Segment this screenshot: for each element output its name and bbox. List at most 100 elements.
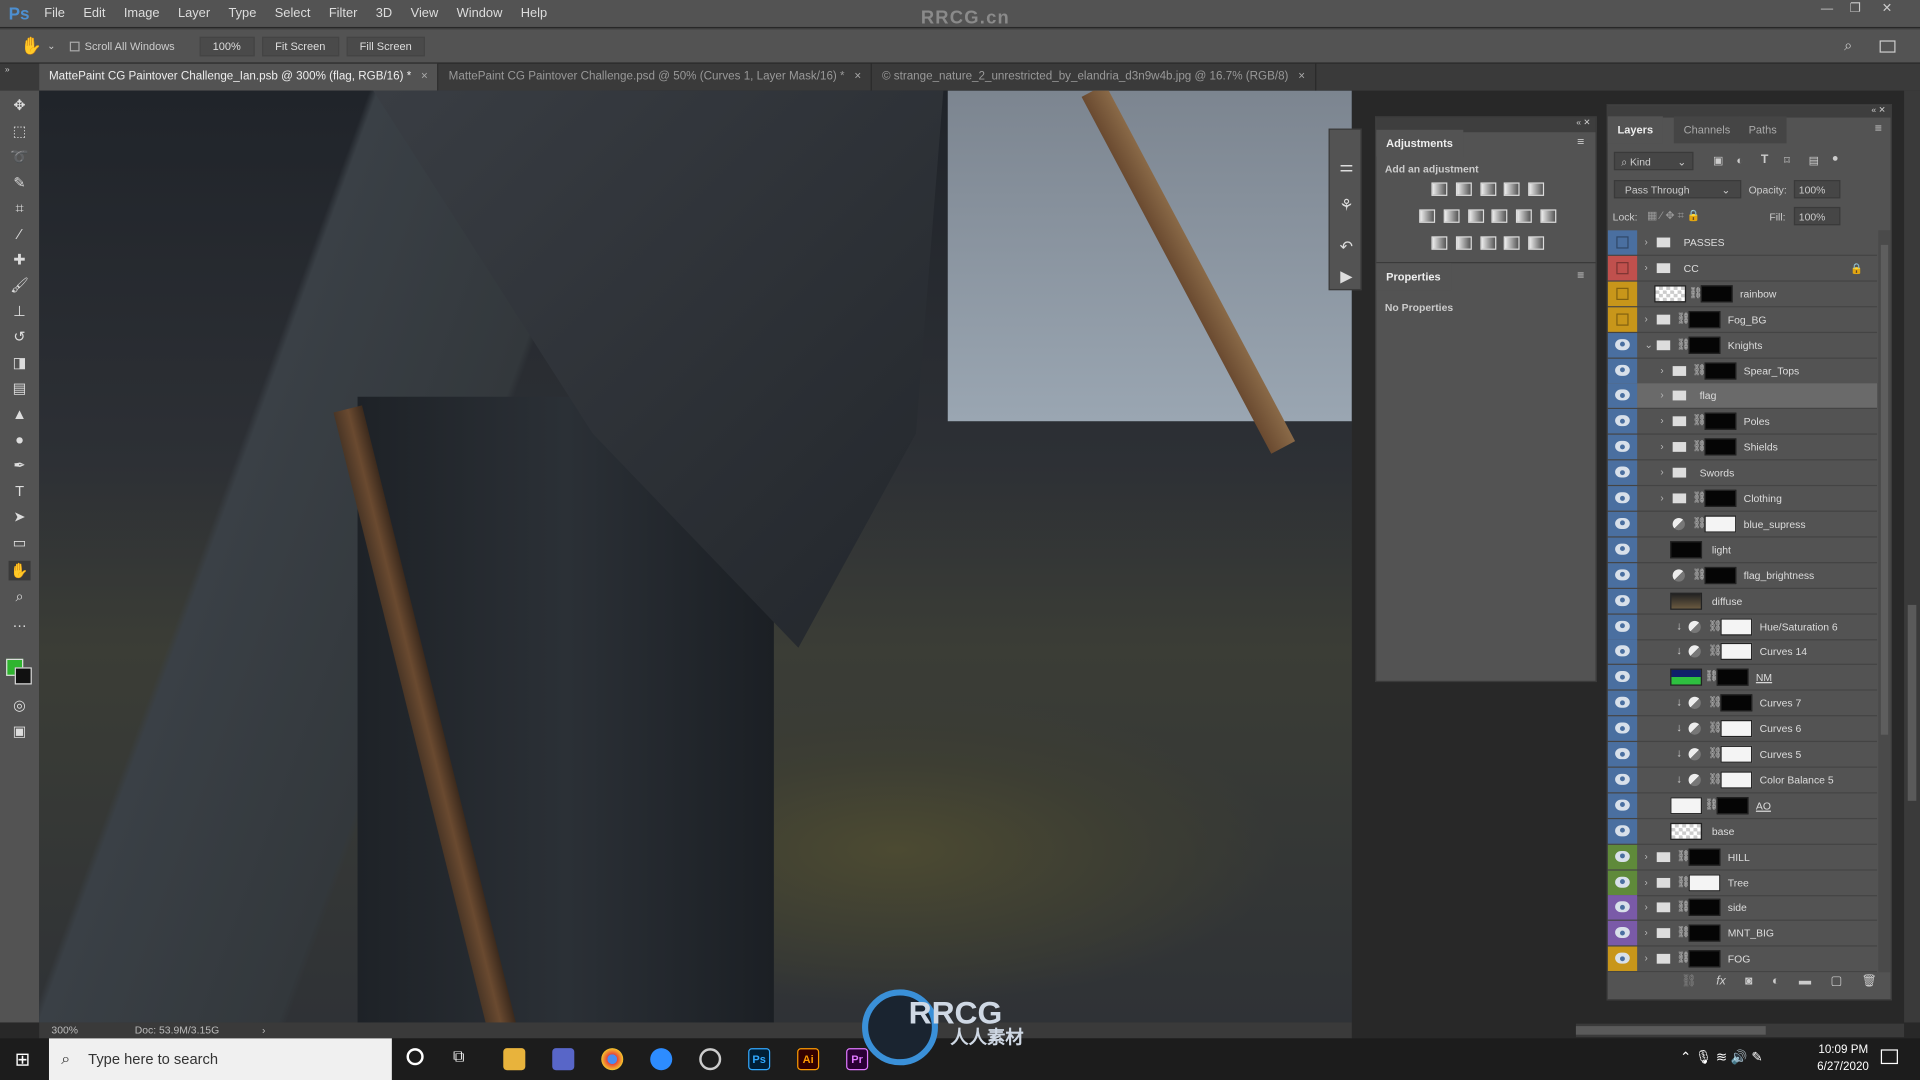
chevron-right-icon[interactable]: › [1644, 851, 1647, 862]
status-arrow-icon[interactable]: › [262, 1022, 265, 1038]
eye-icon[interactable] [1615, 338, 1630, 350]
color-balance-adjustment-icon[interactable] [1443, 209, 1460, 223]
close-tab-icon[interactable]: × [1298, 70, 1305, 83]
eye-icon[interactable] [1615, 824, 1630, 836]
brightness-contrast-adjustment-icon[interactable] [1431, 182, 1448, 196]
clock-time[interactable]: 10:09 PM [1818, 1043, 1868, 1056]
layer-row[interactable]: › PASSES [1607, 230, 1878, 256]
search-icon[interactable]: ⌕ [1844, 37, 1852, 55]
premiere-taskbar-icon[interactable]: Pr [846, 1048, 869, 1071]
tab-properties[interactable]: Properties [1376, 263, 1451, 291]
layer-row[interactable]: ⌄ ⛓ Knights [1607, 332, 1878, 359]
hand-tool-icon[interactable]: ✋ [8, 560, 31, 581]
layer-mask-thumbnail[interactable] [1700, 285, 1733, 303]
layer-row[interactable]: › ⛓ HILL [1607, 844, 1878, 871]
zoom-app-icon[interactable] [650, 1048, 673, 1071]
eye-icon[interactable] [1615, 748, 1630, 760]
zoom-tool-icon[interactable]: ⌕ [9, 587, 31, 607]
visibility-toggle[interactable] [1616, 287, 1629, 300]
tab-channels[interactable]: Channels [1673, 116, 1741, 144]
background-color-swatch[interactable] [14, 667, 32, 685]
threshold-adjustment-icon[interactable] [1480, 236, 1497, 250]
more-tools-icon[interactable]: … [9, 612, 31, 632]
fill-input[interactable]: 100% [1793, 206, 1841, 226]
file-explorer-icon[interactable] [503, 1048, 526, 1071]
visibility-toggle[interactable] [1616, 313, 1629, 326]
tab-document-2[interactable]: MattePaint CG Paintover Challenge.psd @ … [439, 63, 873, 91]
blend-mode-select[interactable]: Pass Through ⌄ [1613, 180, 1742, 199]
zoom-level[interactable]: 300% [51, 1022, 78, 1038]
history-brush-tool-icon[interactable]: ↺ [9, 327, 31, 347]
zoom-100-button[interactable]: 100% [199, 36, 255, 56]
layer-mask-thumbnail[interactable] [1720, 694, 1753, 712]
layer-mask-thumbnail[interactable] [1704, 438, 1737, 456]
horizontal-scrollbar[interactable] [1575, 1023, 1905, 1038]
chevron-right-icon[interactable]: › [1660, 492, 1663, 503]
menu-help[interactable]: Help [521, 6, 547, 21]
layer-mask-thumbnail[interactable] [1688, 336, 1721, 354]
eye-icon[interactable] [1615, 466, 1630, 478]
photoshop-taskbar-icon[interactable]: Ps [748, 1048, 771, 1071]
panel-menu-icon[interactable]: ≡ [1875, 122, 1882, 135]
panel-menu-icon[interactable]: ≡ [1577, 269, 1584, 282]
eye-icon[interactable] [1615, 876, 1630, 888]
new-layer-icon[interactable]: ▢ [1831, 975, 1843, 988]
chevron-right-icon[interactable]: › [1644, 313, 1647, 324]
lasso-tool-icon[interactable]: ➰ [9, 147, 31, 167]
menu-layer[interactable]: Layer [178, 6, 210, 21]
eyedropper-tool-icon[interactable]: ⁄ [9, 224, 31, 244]
selective-color-adjustment-icon[interactable] [1503, 236, 1520, 250]
layer-row[interactable]: ⛓ NM [1607, 665, 1878, 691]
layers-scrollbar[interactable] [1878, 230, 1891, 973]
minimize-button[interactable]: — [1813, 0, 1840, 20]
quick-mask-icon[interactable]: ◎ [9, 696, 31, 716]
eye-icon[interactable] [1615, 594, 1630, 606]
eye-icon[interactable] [1615, 415, 1630, 427]
quick-select-tool-icon[interactable]: ✎ [9, 173, 31, 193]
tab-document-3[interactable]: © strange_nature_2_unrestricted_by_eland… [872, 63, 1317, 91]
eraser-tool-icon[interactable]: ◨ [9, 353, 31, 373]
path-select-tool-icon[interactable]: ➤ [9, 507, 31, 527]
marquee-tool-icon[interactable]: ⬚ [9, 121, 31, 141]
menu-image[interactable]: Image [124, 6, 160, 21]
eye-icon[interactable] [1615, 927, 1630, 939]
rectangle-tool-icon[interactable]: ▭ [9, 533, 31, 553]
menu-window[interactable]: Window [457, 6, 503, 21]
tray-icons[interactable]: ⌃ 🎙 ≋ 🔊 ✎ [1680, 1049, 1763, 1066]
vibrance-adjustment-icon[interactable] [1528, 182, 1545, 196]
layer-row[interactable]: ⛓ flag_brightness [1607, 562, 1878, 589]
layer-row[interactable]: ⛓ rainbow [1607, 281, 1878, 308]
adjustments-panel-icon[interactable]: ⚌ [1336, 157, 1357, 177]
layer-row[interactable]: › ⛓ Clothing [1607, 486, 1878, 512]
layer-row[interactable]: diffuse [1607, 588, 1878, 615]
filter-kind-select[interactable]: ⌕ Kind ⌄ [1613, 151, 1694, 171]
layer-row[interactable]: ↓ ⛓ Curves 14 [1607, 639, 1878, 666]
chevron-right-icon[interactable]: › [1660, 390, 1663, 401]
gradient-tool-icon[interactable]: ▤ [9, 378, 31, 398]
tab-document-1[interactable]: MattePaint CG Paintover Challenge_Ian.ps… [39, 63, 439, 91]
lock-icons[interactable]: ▦ ⁄ ✥ ⌗ 🔒 [1647, 209, 1701, 222]
stamp-tool-icon[interactable]: ⊥ [9, 301, 31, 321]
layer-row[interactable]: › Swords [1607, 460, 1878, 487]
chevron-right-icon[interactable]: › [1644, 902, 1647, 913]
black-white-adjustment-icon[interactable] [1468, 209, 1485, 223]
menu-3d[interactable]: 3D [376, 6, 392, 21]
hue-saturation-adjustment-icon[interactable] [1419, 209, 1436, 223]
chevron-right-icon[interactable]: › [1644, 262, 1647, 273]
crop-tool-icon[interactable]: ⌗ [9, 198, 31, 218]
layer-row[interactable]: ⛓ blue_supress [1607, 511, 1878, 538]
tab-adjustments[interactable]: Adjustments [1376, 129, 1463, 157]
close-tab-icon[interactable]: × [421, 70, 428, 83]
layer-mask-thumbnail[interactable] [1688, 924, 1721, 942]
canvas[interactable] [39, 90, 1352, 1023]
layer-row[interactable]: › CC 🔒 [1607, 255, 1878, 282]
layer-mask-thumbnail[interactable] [1716, 668, 1749, 687]
trash-icon[interactable]: 🗑 [1862, 975, 1878, 988]
hand-icon[interactable]: ✋ [21, 36, 42, 57]
eye-icon[interactable] [1615, 671, 1630, 683]
layer-row[interactable]: › ⛓ Shields [1607, 434, 1878, 461]
eye-icon[interactable] [1615, 696, 1630, 708]
menu-select[interactable]: Select [275, 6, 311, 21]
eye-icon[interactable] [1615, 543, 1630, 555]
folder-icon[interactable]: ▬ [1799, 975, 1811, 988]
